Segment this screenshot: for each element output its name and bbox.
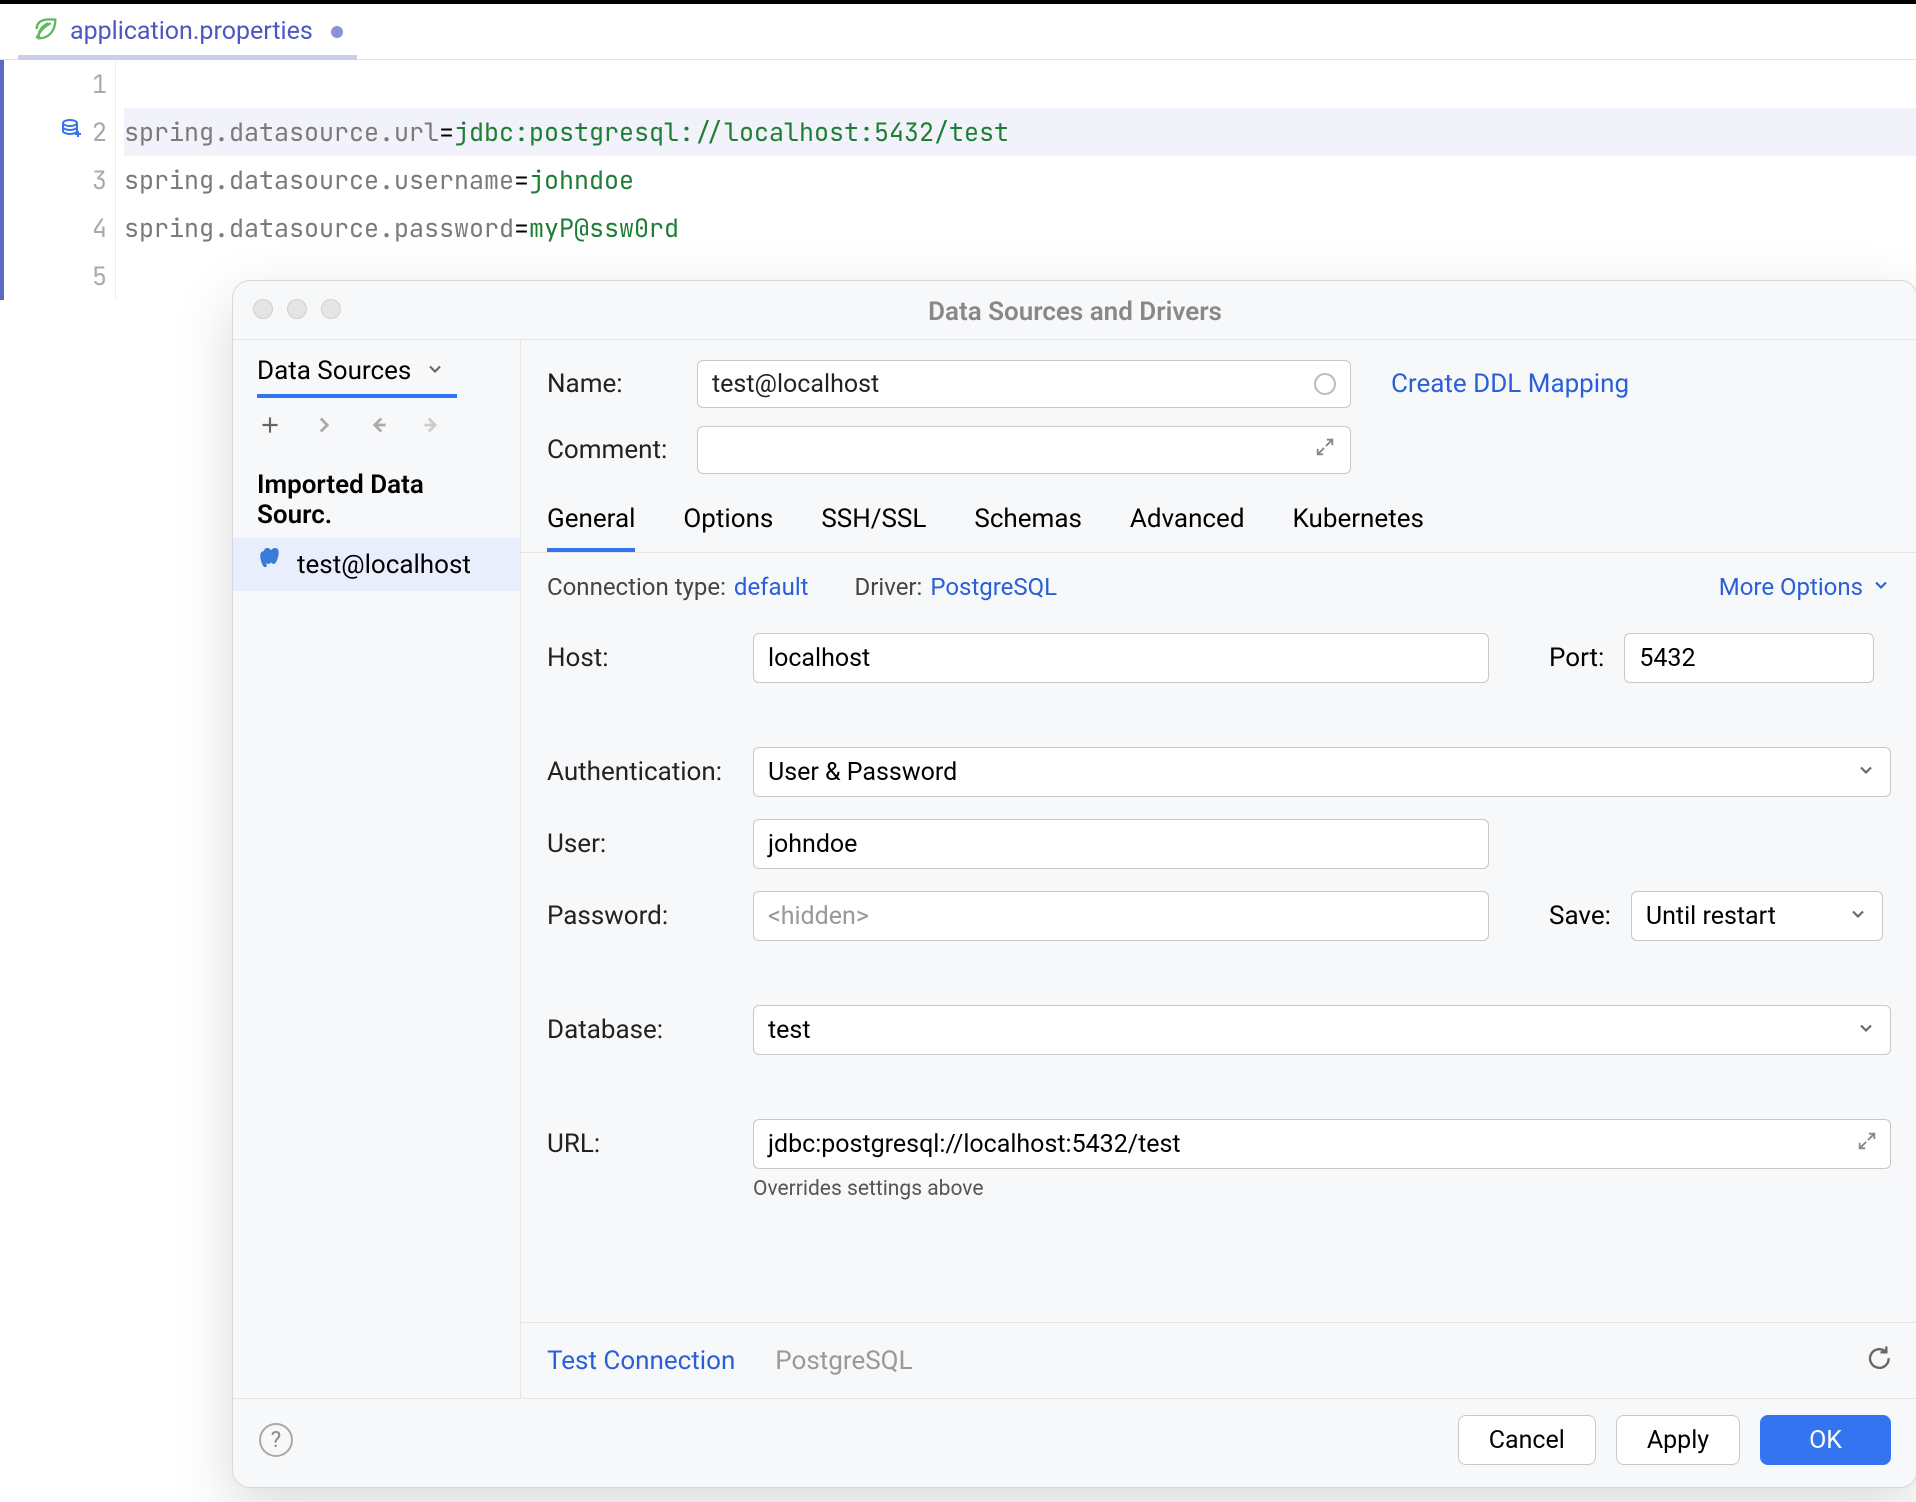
dialog-title-bar: Data Sources and Drivers [233, 281, 1916, 339]
line-number: 4 [92, 204, 107, 252]
chevron-down-icon[interactable] [1871, 573, 1891, 601]
connection-type-link[interactable]: default [734, 573, 809, 601]
arrow-right-icon[interactable] [419, 412, 445, 444]
sidebar-tab-label: Data Sources [257, 356, 411, 386]
code-editor[interactable]: 1 2 3 4 5 spring.datasource.url=jdbc:pos… [0, 60, 1916, 300]
tab-options[interactable]: Options [683, 504, 773, 552]
apply-button[interactable]: Apply [1616, 1415, 1740, 1465]
comment-input[interactable] [697, 426, 1351, 474]
cancel-button[interactable]: Cancel [1458, 1415, 1596, 1465]
window-controls [253, 299, 341, 319]
password-label: Password: [547, 901, 733, 931]
test-driver-label: PostgreSQL [775, 1346, 912, 1376]
datasource-gutter-icon[interactable] [60, 108, 84, 156]
name-input[interactable]: test@localhost [697, 360, 1351, 408]
chevron-down-icon [1856, 1016, 1876, 1045]
comment-label: Comment: [547, 435, 677, 465]
postgresql-icon [257, 548, 283, 581]
dirty-indicator-icon [331, 26, 343, 38]
authentication-label: Authentication: [547, 757, 733, 787]
divider [521, 552, 1916, 553]
more-options-link[interactable]: More Options [1719, 573, 1863, 601]
gutter: 1 2 3 4 5 [4, 60, 116, 300]
arrow-left-icon[interactable] [365, 412, 391, 444]
database-input[interactable]: test [753, 1005, 1891, 1055]
dialog-footer: ? Cancel Apply OK [233, 1398, 1916, 1487]
url-note: Overrides settings above [753, 1177, 1891, 1201]
code-line: spring.datasource.password=myP@ssw0rd [124, 204, 1916, 252]
expand-icon[interactable] [1314, 436, 1336, 465]
host-label: Host: [547, 643, 733, 673]
url-label: URL: [547, 1129, 733, 1159]
code-line: spring.datasource.url=jdbc:postgresql://… [124, 108, 1916, 156]
host-input[interactable]: localhost [753, 633, 1489, 683]
name-label: Name: [547, 369, 677, 399]
database-label: Database: [547, 1015, 733, 1045]
revert-icon[interactable] [1863, 1343, 1891, 1378]
driver-label: Driver: [855, 573, 923, 601]
editor-tab-bar: application.properties [0, 4, 1916, 60]
color-indicator-icon[interactable] [1314, 373, 1336, 395]
sidebar-section-header: Imported Data Sourc. [233, 456, 520, 538]
tab-schemas[interactable]: Schemas [974, 504, 1082, 552]
line-number: 1 [92, 60, 107, 108]
code-line: spring.datasource.username=johndoe [124, 156, 1916, 204]
dialog-main: Name: test@localhost Create DDL Mapping … [521, 340, 1916, 1398]
dialog-title: Data Sources and Drivers [928, 297, 1222, 327]
minimize-window-icon[interactable] [287, 299, 307, 319]
line-number: 3 [92, 156, 107, 204]
connection-type-label: Connection type: [547, 573, 726, 601]
file-tab[interactable]: application.properties [18, 4, 357, 59]
spring-leaf-icon [32, 15, 60, 49]
test-connection-link[interactable]: Test Connection [547, 1346, 735, 1376]
sidebar-tab[interactable]: Data Sources [233, 348, 520, 394]
tab-kubernetes[interactable]: Kubernetes [1293, 504, 1424, 552]
help-icon[interactable]: ? [259, 1423, 293, 1457]
file-tab-name: application.properties [70, 17, 313, 46]
chevron-down-icon [1848, 902, 1868, 931]
driver-link[interactable]: PostgreSQL [930, 573, 1057, 601]
port-label: Port: [1549, 643, 1604, 673]
tab-general[interactable]: General [547, 504, 635, 552]
sidebar-datasource-item[interactable]: test@localhost [233, 538, 520, 591]
code-line [124, 60, 1916, 108]
ok-button[interactable]: OK [1760, 1415, 1891, 1465]
line-number: 5 [92, 252, 107, 300]
authentication-select[interactable]: User & Password [753, 747, 1891, 797]
user-input[interactable]: johndoe [753, 819, 1489, 869]
chevron-right-icon[interactable] [311, 412, 337, 444]
detail-tabs: General Options SSH/SSL Schemas Advanced… [547, 500, 1891, 552]
chevron-down-icon[interactable] [425, 357, 445, 385]
create-ddl-mapping-link[interactable]: Create DDL Mapping [1391, 369, 1629, 399]
zoom-window-icon[interactable] [321, 299, 341, 319]
chevron-down-icon [1856, 758, 1876, 787]
tab-ssh-ssl[interactable]: SSH/SSL [821, 504, 926, 552]
datasource-sidebar: Data Sources Imported Data Sourc. test@l… [233, 340, 521, 1398]
password-input[interactable]: <hidden> [753, 891, 1489, 941]
expand-icon[interactable] [1856, 1130, 1878, 1159]
close-window-icon[interactable] [253, 299, 273, 319]
url-input[interactable]: jdbc:postgresql://localhost:5432/test [753, 1119, 1891, 1169]
save-label: Save: [1549, 901, 1611, 931]
tab-advanced[interactable]: Advanced [1130, 504, 1245, 552]
line-number: 2 [92, 108, 107, 156]
code-area[interactable]: spring.datasource.url=jdbc:postgresql://… [116, 60, 1916, 300]
sidebar-toolbar [233, 398, 520, 456]
datasources-dialog: Data Sources and Drivers Data Sources Im… [232, 280, 1916, 1488]
save-select[interactable]: Until restart [1631, 891, 1883, 941]
port-input[interactable]: 5432 [1624, 633, 1874, 683]
add-icon[interactable] [257, 412, 283, 444]
user-label: User: [547, 829, 733, 859]
sidebar-item-label: test@localhost [297, 550, 471, 580]
